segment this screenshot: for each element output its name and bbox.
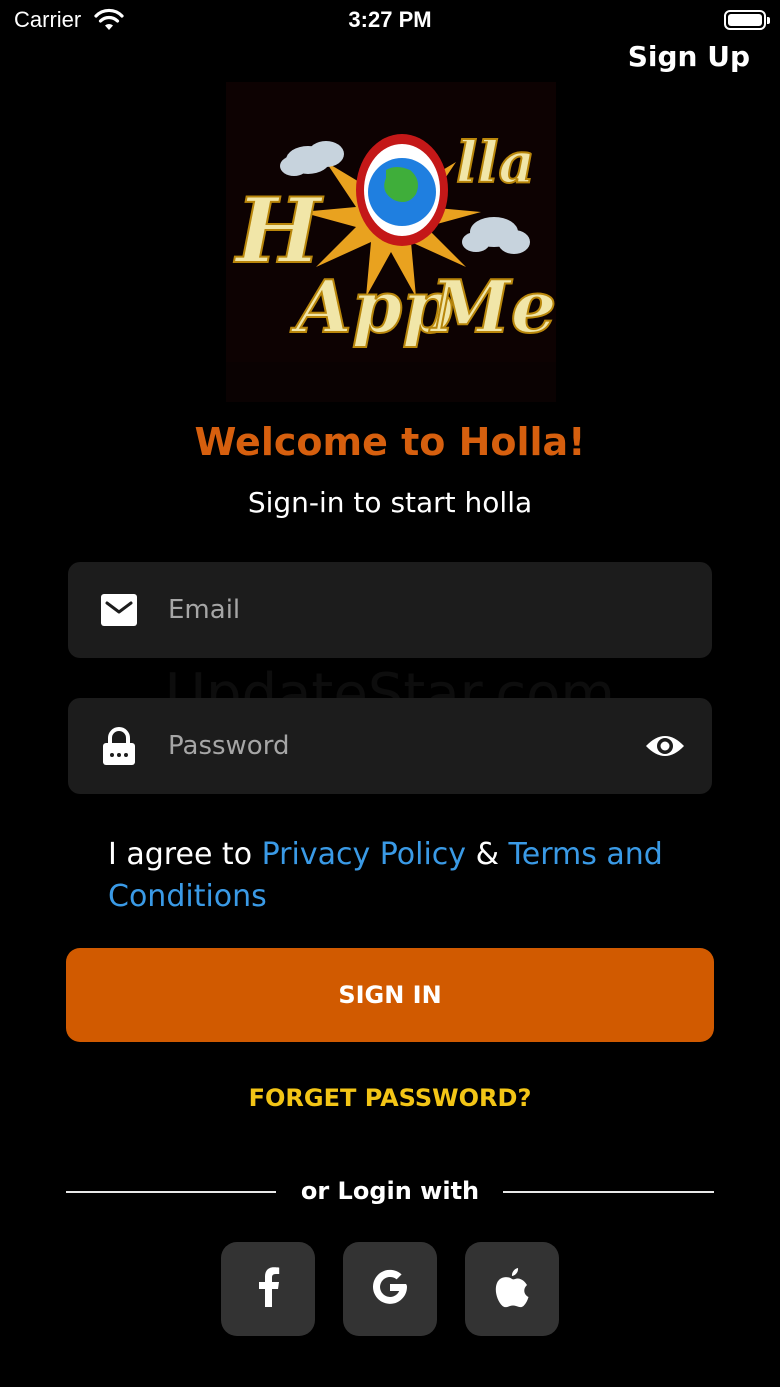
apple-login-button[interactable] [465, 1242, 559, 1336]
agreement-joiner: & [466, 837, 509, 872]
facebook-login-button[interactable] [221, 1242, 315, 1336]
privacy-policy-link[interactable]: Privacy Policy [262, 837, 466, 872]
divider-line-right [503, 1191, 714, 1193]
forget-password-link[interactable]: FORGET PASSWORD? [0, 1084, 780, 1112]
email-input[interactable] [168, 562, 628, 658]
svg-text:Me: Me [428, 264, 556, 349]
welcome-title: Welcome to Holla! [194, 420, 586, 464]
eye-icon[interactable] [644, 730, 686, 762]
holla-logo: H lla App Me [226, 82, 556, 402]
lock-icon [100, 727, 138, 765]
google-login-button[interactable] [343, 1242, 437, 1336]
status-time: 3:27 PM [348, 7, 432, 32]
agreement-text: I agree to Privacy Policy & Terms and Co… [108, 834, 708, 918]
agreement-prefix: I agree to [108, 837, 262, 872]
password-field[interactable] [68, 698, 712, 794]
svg-text:lla: lla [456, 130, 535, 196]
battery-icon [724, 10, 770, 30]
apple-icon [494, 1266, 530, 1312]
password-input[interactable] [168, 698, 628, 794]
sign-up-link[interactable]: Sign Up [628, 40, 750, 73]
welcome-subtitle: Sign-in to start holla [247, 486, 533, 519]
google-icon [370, 1267, 410, 1311]
email-field[interactable] [68, 562, 712, 658]
sign-in-button[interactable]: SIGN IN [66, 948, 714, 1042]
facebook-icon [256, 1267, 280, 1311]
status-bar: Carrier 3:27 PM [0, 0, 780, 40]
mail-icon [100, 591, 138, 629]
svg-text:App: App [290, 264, 453, 349]
